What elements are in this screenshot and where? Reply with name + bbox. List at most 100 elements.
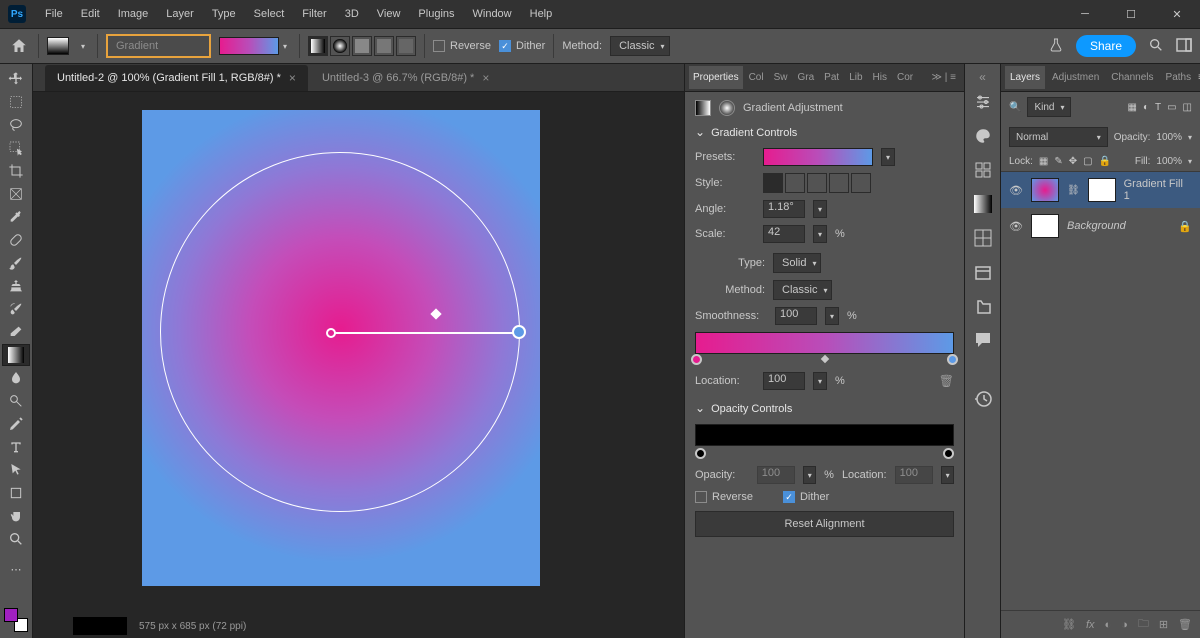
menu-window[interactable]: Window <box>466 4 519 24</box>
opacity-stop-track[interactable] <box>695 448 954 458</box>
layer-thumb[interactable] <box>1031 178 1059 202</box>
kind-search-icon[interactable]: 🔍 <box>1009 102 1021 113</box>
filter-shape-icon[interactable]: ▭ <box>1167 102 1176 113</box>
filter-pixel-icon[interactable]: ▦ <box>1127 102 1136 113</box>
tab-paths[interactable]: Paths <box>1161 66 1197 89</box>
layer-row[interactable]: 👁 Background 🔒 <box>1001 208 1200 244</box>
workspace-icon[interactable] <box>1176 37 1192 56</box>
prop-dither-checkbox[interactable]: ✓Dither <box>783 491 829 503</box>
close-tab-icon[interactable]: × <box>289 71 296 85</box>
color-swatches[interactable] <box>4 608 28 632</box>
menu-select[interactable]: Select <box>247 4 292 24</box>
color-palette-icon[interactable] <box>971 124 995 148</box>
layer-name[interactable]: Background <box>1067 220 1126 232</box>
adjustment-add-icon[interactable]: ◑ <box>1121 619 1128 631</box>
opacity-editor-bar[interactable] <box>695 424 954 446</box>
eraser-tool[interactable] <box>2 321 30 343</box>
fx-icon[interactable]: fx <box>1086 619 1095 631</box>
presets-preview[interactable] <box>763 148 873 166</box>
swatches-dock-icon[interactable] <box>971 158 995 182</box>
opacity-controls-header[interactable]: Opacity Controls <box>695 402 954 416</box>
menu-type[interactable]: Type <box>205 4 243 24</box>
style-radial-icon[interactable] <box>330 36 350 56</box>
lock-all-icon[interactable]: 🔒 <box>1099 156 1111 167</box>
document-tab[interactable]: Untitled-3 @ 66.7% (RGB/8#) *× <box>310 65 501 91</box>
delete-layer-icon[interactable]: 🗑 <box>1178 618 1192 631</box>
lock-trans-icon[interactable]: ▦ <box>1039 156 1048 167</box>
menu-3d[interactable]: 3D <box>338 4 366 24</box>
layer-name[interactable]: Gradient Fill 1 <box>1124 178 1192 202</box>
gradient-controls-header[interactable]: Gradient Controls <box>695 126 954 140</box>
tab-adjustments[interactable]: Adjustmen <box>1047 66 1104 89</box>
prop-style-angle-icon[interactable] <box>807 173 827 193</box>
tool-preset-swatch[interactable] <box>47 37 69 55</box>
prop-reverse-checkbox[interactable]: Reverse <box>695 491 753 503</box>
artboard[interactable] <box>142 110 540 586</box>
smoothness-input[interactable]: 100 <box>775 307 817 325</box>
actions-dock-icon[interactable] <box>971 294 995 318</box>
style-reflected-icon[interactable] <box>374 36 394 56</box>
gradient-start-handle[interactable] <box>326 328 336 338</box>
reset-alignment-button[interactable]: Reset Alignment <box>695 511 954 537</box>
tab-layers[interactable]: Layers <box>1005 66 1045 89</box>
style-angle-icon[interactable] <box>352 36 372 56</box>
location-input[interactable]: 100 <box>763 372 805 390</box>
tab-comments[interactable]: Cor <box>893 66 917 89</box>
hand-tool[interactable] <box>2 505 30 527</box>
tab-gradients[interactable]: Gra <box>794 66 819 89</box>
filter-adjust-icon[interactable]: ◐ <box>1143 102 1149 113</box>
object-select-tool[interactable] <box>2 137 30 159</box>
presets-caret[interactable]: ▾ <box>881 148 895 166</box>
color-stop-end[interactable] <box>947 354 958 365</box>
edit-toolbar[interactable]: ⋯ <box>2 558 30 580</box>
document-tab[interactable]: Untitled-2 @ 100% (Gradient Fill 1, RGB/… <box>45 65 308 91</box>
style-linear-icon[interactable] <box>308 36 328 56</box>
menu-view[interactable]: View <box>370 4 408 24</box>
opacity-location-input[interactable]: 100 <box>895 466 934 484</box>
search-icon[interactable] <box>1148 37 1164 56</box>
window-maximize[interactable]: ☐ <box>1108 0 1154 28</box>
tool-preset-caret[interactable]: ▾ <box>77 37 89 55</box>
blur-tool[interactable] <box>2 367 30 389</box>
tabs-overflow-icon[interactable]: ≫ | ≡ <box>928 72 960 83</box>
reverse-checkbox[interactable]: Reverse <box>433 40 491 52</box>
window-minimize[interactable]: ─ <box>1062 0 1108 28</box>
opacity-stop-end[interactable] <box>943 448 954 459</box>
patterns-dock-icon[interactable] <box>971 226 995 250</box>
lock-artboard-icon[interactable]: ▢ <box>1083 156 1092 167</box>
gradient-name-input[interactable]: Gradient <box>106 34 211 58</box>
menu-file[interactable]: File <box>38 4 70 24</box>
filter-type-icon[interactable]: T <box>1155 102 1161 113</box>
beaker-icon[interactable] <box>1048 37 1064 56</box>
lock-pos-icon[interactable]: ✥ <box>1069 156 1077 167</box>
prop-method-select[interactable]: Classic▾ <box>773 280 832 300</box>
tab-channels[interactable]: Channels <box>1106 66 1158 89</box>
clone-stamp-tool[interactable] <box>2 275 30 297</box>
new-layer-icon[interactable]: ⊞ <box>1159 618 1168 631</box>
healing-tool[interactable] <box>2 229 30 251</box>
layer-opacity-value[interactable]: 100% <box>1156 132 1182 143</box>
gradient-widget-line[interactable] <box>334 332 516 334</box>
link-icon[interactable]: ⛓ <box>1067 185 1080 196</box>
visibility-icon[interactable]: 👁 <box>1009 184 1023 197</box>
color-midpoint[interactable] <box>820 355 828 363</box>
menu-plugins[interactable]: Plugins <box>411 4 461 24</box>
gradient-preview[interactable] <box>219 37 279 55</box>
delete-stop-icon[interactable]: 🗑 <box>939 374 954 388</box>
pen-tool[interactable] <box>2 413 30 435</box>
gradient-preview-caret[interactable]: ▾ <box>279 37 291 55</box>
color-stop-start[interactable] <box>691 354 702 365</box>
gradients-dock-icon[interactable] <box>971 192 995 216</box>
fill-value[interactable]: 100% <box>1156 156 1182 167</box>
shape-tool[interactable] <box>2 482 30 504</box>
home-icon[interactable] <box>8 35 30 57</box>
tab-properties[interactable]: Properties <box>689 66 743 89</box>
layer-mask-thumb[interactable] <box>1088 178 1116 202</box>
opacity-location-caret[interactable]: ▾ <box>941 466 954 484</box>
dodge-tool[interactable] <box>2 390 30 412</box>
gradient-tool[interactable] <box>2 344 30 366</box>
type-select[interactable]: Solid▾ <box>773 253 821 273</box>
scale-caret[interactable]: ▾ <box>813 225 827 243</box>
frame-tool[interactable] <box>2 183 30 205</box>
lock-paint-icon[interactable]: ✎ <box>1054 156 1062 167</box>
